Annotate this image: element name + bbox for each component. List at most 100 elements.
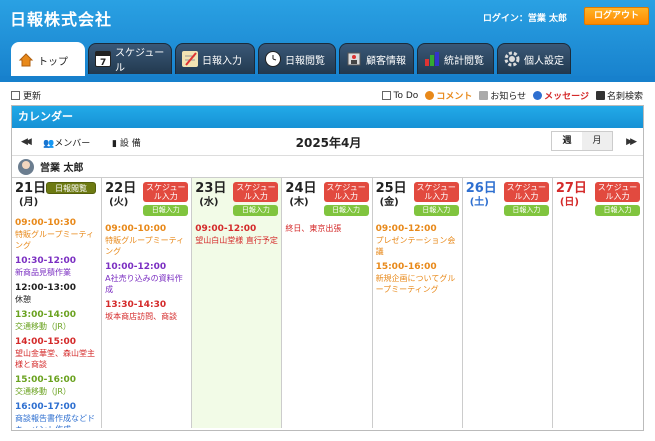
report-input-button[interactable]: 日報入力	[413, 205, 459, 216]
day-column: 25日 (金) スケジュール入力 日報入力 09:00-12:00 プレゼンテーシ…	[373, 178, 463, 428]
todo-toggle[interactable]: To Do	[381, 90, 419, 101]
tab-statistics[interactable]: 統計閲覧	[417, 43, 494, 74]
schedule-event[interactable]: 13:00-14:00 交通移動（JR）	[15, 309, 98, 332]
day-number: 23日	[195, 181, 227, 196]
schedule-event[interactable]: 13:30-14:30 坂本商店訪問、商談	[105, 299, 188, 322]
event-desc: 新商品見積作業	[15, 268, 71, 277]
schedule-input-button[interactable]: スケジュール入力	[503, 182, 549, 202]
refresh-label: 更新	[23, 92, 42, 102]
tab-top[interactable]: トップ	[11, 42, 85, 77]
megaphone-icon	[479, 91, 489, 100]
message-toggle[interactable]: メッセージ	[533, 89, 589, 102]
comment-icon	[425, 91, 435, 100]
svg-text:7: 7	[100, 58, 106, 66]
report-input-button[interactable]: 日報入力	[233, 205, 279, 216]
card-search-label: 名刺検索	[606, 92, 643, 102]
event-desc: A社売り込みの資料作成	[105, 274, 183, 294]
schedule-event[interactable]: 終日、東京出張	[285, 223, 368, 234]
report-input-button[interactable]: 日報入力	[323, 205, 369, 216]
schedule-event[interactable]: 09:00-12:00 望山白山堂様 直行予定	[195, 223, 278, 246]
report-view-button[interactable]: 日報閲覧	[46, 182, 96, 194]
home-icon	[18, 52, 34, 68]
event-time: 09:00-12:00	[195, 224, 257, 234]
day-column: 26日 (土) スケジュール入力 日報入力	[463, 178, 553, 428]
event-time: 14:00-15:00	[15, 337, 77, 347]
day-weekday: (月)	[19, 197, 39, 208]
day-number: 27日	[555, 181, 587, 196]
schedule-event[interactable]: 14:00-15:00 望山金華堂、森山堂主様と商談	[15, 336, 98, 370]
event-desc: 望山白山堂様 直行予定	[195, 236, 278, 245]
event-desc: 望山金華堂、森山堂主様と商談	[15, 349, 95, 369]
tab-bar-underline	[0, 76, 655, 82]
event-desc: 交通移動（JR）	[15, 387, 71, 396]
chart-icon	[424, 51, 440, 67]
schedule-event[interactable]: 09:00-12:00 プレゼンテーション会議	[376, 223, 459, 257]
event-desc: 商談報告書作成などドキュメント作成	[15, 414, 95, 428]
user-row: 営業 太郎	[12, 156, 643, 178]
view-toggle: 週 月	[551, 131, 613, 151]
schedule-event[interactable]: 15:00-16:00 交通移動（JR）	[15, 374, 98, 397]
schedule-input-button[interactable]: スケジュール入力	[233, 182, 279, 202]
week-view-button[interactable]: 週	[552, 132, 582, 150]
day-column: 21日 (月) 日報閲覧 09:00-10:30 特販グループミーティング 10:…	[12, 178, 103, 428]
week-grid: 21日 (月) 日報閲覧 09:00-10:30 特販グループミーティング 10:…	[12, 178, 643, 428]
schedule-event[interactable]: 10:00-12:00 A社売り込みの資料作成	[105, 261, 188, 295]
todo-label: To Do	[393, 90, 419, 101]
calendar-icon: 7	[95, 51, 111, 68]
event-desc: 休憩	[15, 295, 31, 304]
day-column: 24日 (木) スケジュール入力 日報入力 終日、東京出張	[282, 178, 373, 428]
notepad-icon	[182, 51, 198, 67]
tab-label: 統計閲覧	[444, 55, 484, 67]
login-user: ログイン：営業 太郎	[482, 14, 567, 24]
schedule-event[interactable]: 12:00-13:00 休憩	[15, 282, 98, 305]
schedule-input-button[interactable]: スケジュール入力	[413, 182, 459, 202]
schedule-event[interactable]: 09:00-10:00 特販グループミーティング	[105, 223, 188, 257]
schedule-event[interactable]: 10:30-12:00 新商品見積作業	[15, 255, 98, 278]
report-input-button[interactable]: 日報入力	[503, 205, 549, 216]
notice-toggle[interactable]: お知らせ	[479, 89, 526, 102]
schedule-event[interactable]: 15:00-16:00 新規企画についてグループミーティング	[376, 261, 459, 295]
event-desc: 交通移動（JR）	[15, 322, 71, 331]
schedule-input-button[interactable]: スケジュール入力	[594, 182, 640, 202]
tab-report-input[interactable]: 日報入力	[175, 43, 255, 74]
tab-label: トップ	[38, 56, 68, 68]
tab-schedule[interactable]: 7 スケジュール	[88, 43, 172, 74]
report-input-button[interactable]: 日報入力	[143, 205, 189, 216]
report-input-button[interactable]: 日報入力	[594, 205, 640, 216]
refresh-button[interactable]: 更新	[11, 89, 41, 102]
customer-icon	[346, 51, 362, 67]
event-desc: 特販グループミーティング	[105, 236, 185, 256]
tab-customer[interactable]: 顧客情報	[339, 43, 414, 74]
avatar	[18, 158, 34, 175]
tab-label: スケジュール	[115, 48, 165, 74]
tab-personal-settings[interactable]: 個人設定	[497, 43, 571, 74]
checkbox-icon	[381, 91, 391, 100]
event-time: 09:00-10:30	[15, 218, 77, 228]
day-number: 22日	[105, 181, 137, 196]
day-column: 22日 (火) スケジュール入力 日報入力 09:00-10:00 特販グループミ…	[102, 178, 193, 428]
event-desc: 新規企画についてグループミーティング	[375, 274, 456, 294]
event-desc: 終日、東京出張	[285, 224, 342, 233]
event-time: 09:00-12:00	[375, 224, 437, 234]
month-view-button[interactable]: 月	[582, 132, 612, 150]
schedule-event[interactable]: 16:00-17:00 商談報告書作成などドキュメント作成	[15, 401, 98, 428]
event-time: 12:00-13:00	[15, 283, 77, 293]
event-time: 10:00-12:00	[105, 262, 167, 272]
tab-report-view[interactable]: 日報閲覧	[258, 43, 336, 74]
event-desc: 坂本商店訪問、商談	[105, 312, 178, 321]
comment-toggle[interactable]: コメント	[425, 89, 472, 102]
schedule-input-button[interactable]: スケジュール入力	[323, 182, 369, 202]
day-number: 26日	[465, 181, 497, 196]
tab-label: 顧客情報	[366, 55, 406, 67]
next-week-icon[interactable]: ▶▶	[626, 137, 637, 147]
event-time: 13:00-14:00	[15, 310, 77, 320]
event-time: 10:30-12:00	[15, 256, 77, 266]
card-search-button[interactable]: 名刺検索	[595, 89, 643, 102]
event-time: 16:00-17:00	[15, 402, 77, 412]
logout-button[interactable]: ログアウト	[584, 7, 649, 25]
schedule-event[interactable]: 09:00-10:30 特販グループミーティング	[15, 217, 98, 251]
refresh-icon	[11, 91, 20, 100]
calendar-title: カレンダー	[12, 106, 643, 128]
tab-label: 日報閲覧	[285, 55, 325, 67]
schedule-input-button[interactable]: スケジュール入力	[143, 182, 189, 202]
